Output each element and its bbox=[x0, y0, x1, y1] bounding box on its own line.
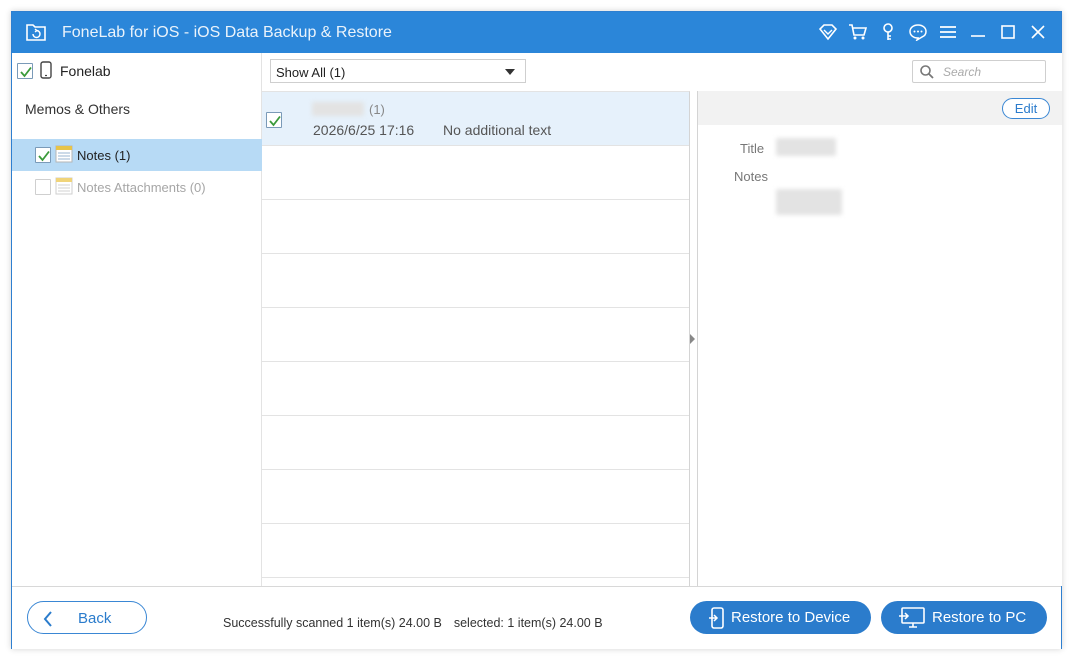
list-item[interactable]: (1) 2026/6/25 17:16 No additional text bbox=[262, 92, 689, 146]
title-bar: FoneLab for iOS - iOS Data Backup & Rest… bbox=[12, 12, 1061, 53]
empty-row bbox=[262, 524, 689, 578]
device-row[interactable]: Fonelab bbox=[12, 53, 261, 89]
device-checkbox[interactable] bbox=[17, 63, 33, 79]
notes-checkbox[interactable] bbox=[35, 147, 51, 163]
chevron-down-icon bbox=[505, 69, 515, 75]
row-date: 2026/6/25 17:16 bbox=[313, 122, 415, 138]
blurred-title-value bbox=[776, 138, 836, 156]
filter-value: Show All (1) bbox=[276, 65, 346, 80]
restore-pc-label: Restore to PC bbox=[932, 609, 1027, 626]
device-label: Fonelab bbox=[60, 63, 111, 79]
empty-row bbox=[262, 470, 689, 524]
chevron-left-icon bbox=[43, 611, 53, 631]
restore-to-pc-button[interactable]: Restore to PC bbox=[881, 601, 1047, 634]
notes-list: (1) 2026/6/25 17:16 No additional text bbox=[262, 91, 690, 586]
notes-label: Notes bbox=[734, 169, 768, 184]
detail-header: Edit bbox=[698, 91, 1062, 125]
title-label: Title bbox=[740, 141, 765, 156]
app-logo-icon bbox=[25, 22, 47, 42]
empty-row bbox=[262, 308, 689, 362]
row-count: (1) bbox=[369, 102, 385, 117]
window-title: FoneLab for iOS - iOS Data Backup & Rest… bbox=[62, 24, 392, 41]
row-checkbox[interactable] bbox=[266, 112, 282, 128]
status-scanned: Successfully scanned 1 item(s) 24.00 B bbox=[223, 616, 442, 630]
list-toolbar: Show All (1) bbox=[262, 53, 1062, 91]
empty-row bbox=[262, 416, 689, 470]
app-window: FoneLab for iOS - iOS Data Backup & Rest… bbox=[11, 11, 1062, 649]
sidebar-item-label: Notes Attachments (0) bbox=[77, 180, 206, 195]
search-box[interactable] bbox=[912, 60, 1046, 83]
blurred-note-title bbox=[312, 102, 364, 116]
sidebar-item-notes-attachments[interactable]: Notes Attachments (0) bbox=[12, 171, 262, 203]
footer: Back Successfully scanned 1 item(s) 24.0… bbox=[12, 586, 1061, 649]
key-icon[interactable] bbox=[877, 21, 899, 43]
status-selected: selected: 1 item(s) 24.00 B bbox=[453, 616, 603, 630]
back-label: Back bbox=[78, 610, 112, 627]
section-label: Memos & Others bbox=[25, 101, 131, 117]
sidebar: Fonelab Memos & Others Notes (1) Notes A… bbox=[12, 53, 262, 586]
maximize-icon[interactable] bbox=[997, 21, 1019, 43]
empty-row bbox=[262, 146, 689, 200]
blurred-notes-value bbox=[776, 189, 842, 215]
status-text: Successfully scanned 1 item(s) 24.00 B se… bbox=[223, 616, 603, 630]
search-icon bbox=[919, 64, 935, 83]
close-icon[interactable] bbox=[1027, 21, 1049, 43]
empty-row bbox=[262, 200, 689, 254]
cart-icon[interactable] bbox=[847, 21, 869, 43]
empty-row bbox=[262, 254, 689, 308]
detail-panel: Edit Title Notes bbox=[697, 91, 1062, 586]
back-button[interactable]: Back bbox=[27, 601, 147, 634]
empty-row bbox=[262, 362, 689, 416]
notes-attachments-icon bbox=[55, 177, 73, 195]
search-input[interactable] bbox=[943, 64, 1039, 80]
chat-icon[interactable] bbox=[907, 21, 929, 43]
notes-attachments-checkbox[interactable] bbox=[35, 179, 51, 195]
splitter-arrow-icon[interactable] bbox=[690, 334, 695, 344]
filter-dropdown[interactable]: Show All (1) bbox=[270, 59, 526, 83]
phone-icon bbox=[40, 61, 52, 82]
sidebar-item-notes[interactable]: Notes (1) bbox=[12, 139, 262, 171]
restore-device-label: Restore to Device bbox=[731, 609, 851, 626]
sidebar-item-label: Notes (1) bbox=[77, 148, 131, 163]
restore-to-device-button[interactable]: Restore to Device bbox=[690, 601, 871, 634]
phone-restore-icon bbox=[708, 607, 726, 633]
row-text: No additional text bbox=[443, 122, 552, 138]
monitor-restore-icon bbox=[899, 607, 925, 633]
minimize-icon[interactable] bbox=[967, 21, 989, 43]
notes-icon bbox=[55, 145, 73, 163]
edit-button[interactable]: Edit bbox=[1002, 98, 1050, 119]
menu-icon[interactable] bbox=[937, 21, 959, 43]
wifi-icon[interactable] bbox=[817, 21, 839, 43]
